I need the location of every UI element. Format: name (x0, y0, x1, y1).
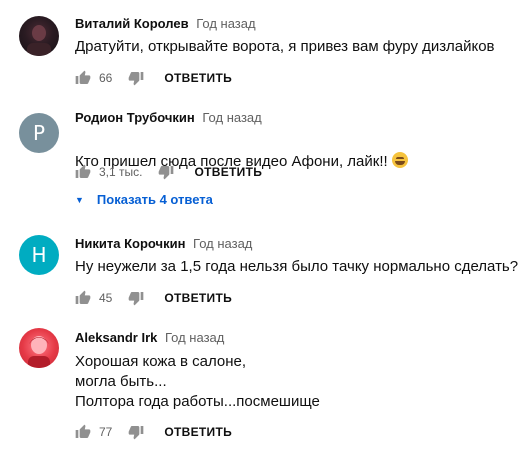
comment-header: Виталий Королев Год назад (75, 16, 256, 31)
avatar[interactable] (19, 328, 59, 368)
reply-button[interactable]: ОТВЕТИТЬ (164, 291, 232, 305)
comment-header: Aleksandr Irk Год назад (75, 330, 224, 345)
comment-text: Хорошая кожа в салоне, могла быть... Пол… (75, 353, 320, 410)
comment-time[interactable]: Год назад (202, 110, 261, 125)
comment-time[interactable]: Год назад (165, 330, 224, 345)
grinning-sweat-emoji (391, 152, 408, 168)
author-name[interactable]: Виталий Королев (75, 16, 189, 31)
reply-button[interactable]: ОТВЕТИТЬ (164, 71, 232, 85)
comment-time[interactable]: Год назад (196, 16, 255, 31)
reply-button[interactable]: ОТВЕТИТЬ (194, 165, 262, 179)
thumbs-down-icon[interactable] (128, 424, 144, 440)
like-count: 45 (99, 291, 113, 305)
like-count: 3,1 тыс. (99, 165, 143, 179)
comment-actions: 45 ОТВЕТИТЬ (75, 288, 232, 308)
comment-actions: 66 ОТВЕТИТЬ (75, 68, 232, 88)
caret-down-icon: ▼ (75, 194, 84, 205)
thumbs-down-icon[interactable] (128, 70, 144, 86)
author-name[interactable]: Родион Трубочкин (75, 110, 195, 125)
avatar-photo (28, 336, 50, 368)
show-replies-button[interactable]: ▼ Показать 4 ответа (75, 192, 213, 207)
show-replies-label: Показать 4 ответа (96, 192, 213, 207)
author-name[interactable]: Aleksandr Irk (75, 330, 157, 345)
avatar-photo (27, 25, 51, 56)
comment-text: Дратуйти, открывайте ворота, я привез ва… (75, 38, 495, 55)
thumbs-down-icon[interactable] (158, 164, 174, 180)
like-count: 66 (99, 71, 113, 85)
comment-actions: 3,1 тыс. ОТВЕТИТЬ (75, 162, 262, 182)
comment-text: Ну неужели за 1,5 года нельзя было тачку… (75, 258, 519, 275)
author-name[interactable]: Никита Корочкин (75, 236, 185, 251)
avatar[interactable] (19, 16, 59, 56)
reply-button[interactable]: ОТВЕТИТЬ (164, 425, 232, 439)
thumbs-up-icon[interactable] (75, 164, 91, 180)
comment-actions: 77 ОТВЕТИТЬ (75, 422, 232, 442)
avatar[interactable]: Р (19, 113, 59, 153)
thumbs-up-icon[interactable] (75, 424, 91, 440)
avatar-letter: Р (32, 121, 46, 145)
avatar[interactable]: Н (19, 235, 59, 275)
avatar-letter: Н (31, 243, 47, 267)
thumbs-down-icon[interactable] (128, 290, 144, 306)
thumbs-up-icon[interactable] (75, 290, 91, 306)
comment-header: Никита Корочкин Год назад (75, 236, 252, 251)
like-count: 77 (99, 425, 113, 439)
thumbs-up-icon[interactable] (75, 70, 91, 86)
comment-header: Родион Трубочкин Год назад (75, 110, 262, 125)
comment-time[interactable]: Год назад (193, 236, 252, 251)
